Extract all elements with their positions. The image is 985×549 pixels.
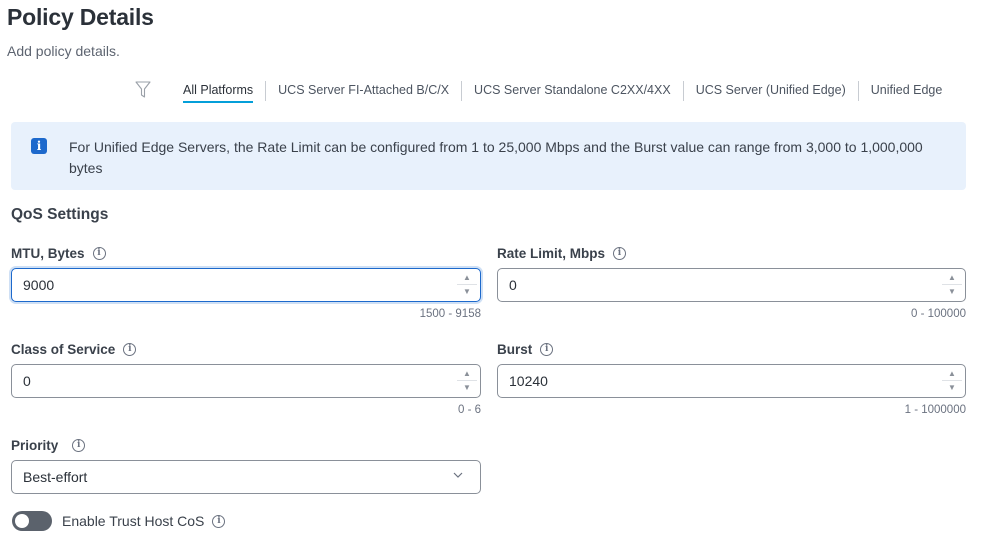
- burst-input[interactable]: 10240 ▲ ▼: [497, 364, 966, 398]
- burst-value: 10240: [509, 373, 548, 389]
- class-of-service-label-text: Class of Service: [11, 342, 116, 357]
- class-of-service-stepper: ▲ ▼: [457, 367, 477, 395]
- burst-label-text: Burst: [497, 342, 533, 357]
- class-of-service-label: Class of Service i: [11, 342, 137, 357]
- filter-icon[interactable]: [135, 81, 151, 99]
- mtu-stepper: ▲ ▼: [457, 271, 477, 299]
- mtu-range: 1500 - 9158: [419, 308, 481, 320]
- chevron-down-icon: [453, 472, 463, 478]
- mtu-value: 9000: [23, 277, 55, 293]
- rate-limit-label: Rate Limit, Mbps i: [497, 246, 627, 261]
- rate-limit-range: 0 - 100000: [911, 308, 966, 320]
- info-icon: i: [31, 138, 47, 154]
- burst-increment-icon[interactable]: ▲: [942, 367, 962, 381]
- platform-tabs: All Platforms UCS Server FI-Attached B/C…: [171, 79, 954, 105]
- mtu-decrement-icon[interactable]: ▼: [457, 285, 477, 299]
- rate-limit-input[interactable]: 0 ▲ ▼: [497, 268, 966, 302]
- class-of-service-info-icon[interactable]: i: [123, 343, 137, 356]
- class-of-service-increment-icon[interactable]: ▲: [457, 367, 477, 381]
- burst-stepper: ▲ ▼: [942, 367, 962, 395]
- burst-decrement-icon[interactable]: ▼: [942, 381, 962, 395]
- burst-label: Burst i: [497, 342, 554, 357]
- tab-all-platforms[interactable]: All Platforms: [171, 79, 265, 103]
- tab-ucs-server-standalone[interactable]: UCS Server Standalone C2XX/4XX: [462, 79, 683, 103]
- rate-limit-value: 0: [509, 277, 517, 293]
- trust-host-cos-label-text: Enable Trust Host CoS: [62, 513, 205, 529]
- class-of-service-range: 0 - 6: [457, 404, 481, 416]
- policy-details-page: Policy Details Add policy details. All P…: [0, 0, 985, 549]
- page-subtitle: Add policy details.: [7, 43, 120, 59]
- class-of-service-input[interactable]: 0 ▲ ▼: [11, 364, 481, 398]
- priority-value: Best-effort: [23, 469, 88, 485]
- toggle-knob: [15, 514, 29, 528]
- priority-select[interactable]: Best-effort: [11, 460, 481, 494]
- rate-limit-decrement-icon[interactable]: ▼: [942, 285, 962, 299]
- trust-host-cos-info-icon[interactable]: i: [212, 514, 226, 528]
- rate-limit-increment-icon[interactable]: ▲: [942, 271, 962, 285]
- info-banner-text: For Unified Edge Servers, the Rate Limit…: [69, 139, 923, 176]
- burst-range: 1 - 1000000: [904, 404, 966, 416]
- priority-label-text: Priority: [11, 438, 59, 453]
- class-of-service-decrement-icon[interactable]: ▼: [457, 381, 477, 395]
- trust-host-cos-label: Enable Trust Host CoS i: [62, 513, 226, 529]
- rate-limit-label-text: Rate Limit, Mbps: [497, 246, 606, 261]
- priority-label: Priority i: [11, 438, 86, 453]
- burst-info-icon[interactable]: i: [540, 343, 554, 356]
- class-of-service-value: 0: [23, 373, 31, 389]
- rate-limit-info-icon[interactable]: i: [613, 247, 627, 260]
- tab-ucs-server-unified-edge[interactable]: UCS Server (Unified Edge): [684, 79, 858, 103]
- rate-limit-stepper: ▲ ▼: [942, 271, 962, 299]
- page-title: Policy Details: [7, 4, 154, 30]
- priority-info-icon[interactable]: i: [72, 439, 86, 452]
- trust-host-cos-toggle[interactable]: [12, 511, 52, 531]
- qos-settings-title: QoS Settings: [11, 206, 109, 223]
- tab-unified-edge[interactable]: Unified Edge: [859, 79, 955, 103]
- mtu-increment-icon[interactable]: ▲: [457, 271, 477, 285]
- mtu-label-text: MTU, Bytes: [11, 246, 85, 261]
- mtu-label: MTU, Bytes i: [11, 246, 106, 261]
- tab-ucs-server-fi-attached[interactable]: UCS Server FI-Attached B/C/X: [266, 79, 461, 103]
- info-banner: i For Unified Edge Servers, the Rate Lim…: [11, 122, 966, 190]
- mtu-info-icon[interactable]: i: [92, 247, 106, 260]
- mtu-input[interactable]: 9000 ▲ ▼: [11, 268, 481, 302]
